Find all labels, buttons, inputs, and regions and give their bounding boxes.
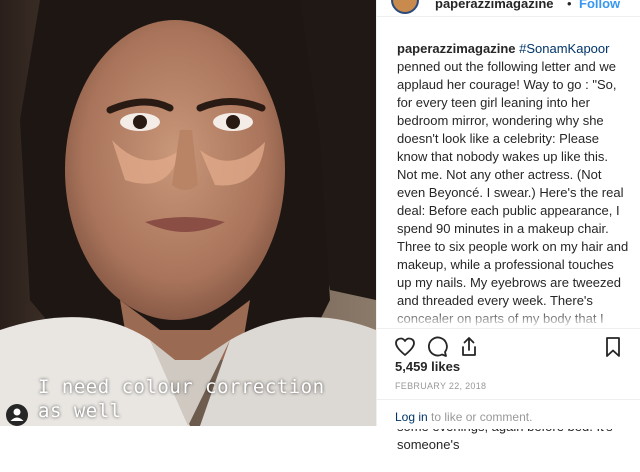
login-prompt-text: to like or comment. bbox=[427, 410, 533, 424]
post-photo[interactable]: I need colour correction as well bbox=[0, 0, 376, 426]
login-link[interactable]: Log in bbox=[395, 410, 428, 424]
story-caption-line-1: I need colour correction bbox=[38, 376, 325, 398]
post-header: paperazzimagazine • Follow bbox=[377, 0, 640, 17]
selfie-image bbox=[0, 0, 376, 426]
comment-username[interactable]: paperazzimagazine bbox=[397, 41, 516, 56]
share-icon[interactable] bbox=[457, 335, 481, 359]
login-prompt: Log in to like or comment. bbox=[395, 410, 532, 424]
user-icon[interactable] bbox=[6, 404, 28, 426]
story-caption-line-2: as well bbox=[38, 400, 122, 422]
avatar[interactable] bbox=[391, 0, 419, 14]
heart-icon[interactable] bbox=[393, 335, 417, 359]
text-fade bbox=[377, 310, 640, 328]
post-date: FEBRUARY 22, 2018 bbox=[395, 381, 487, 391]
login-bar: Log in to like or comment. bbox=[377, 399, 640, 430]
follow-button[interactable]: Follow bbox=[579, 0, 620, 11]
header-username[interactable]: paperazzimagazine bbox=[435, 0, 554, 11]
post-side-panel: paperazzimagazine • Follow paperazzimaga… bbox=[376, 0, 640, 452]
likes-count[interactable]: 5,459 likes bbox=[395, 359, 460, 374]
separator-dot: • bbox=[567, 0, 572, 11]
post-actions: 5,459 likes FEBRUARY 22, 2018 Log in to … bbox=[377, 328, 640, 429]
hashtag-link[interactable]: #SonamKapoor bbox=[519, 41, 609, 56]
bookmark-icon[interactable] bbox=[601, 335, 625, 359]
comment-icon[interactable] bbox=[425, 335, 449, 359]
